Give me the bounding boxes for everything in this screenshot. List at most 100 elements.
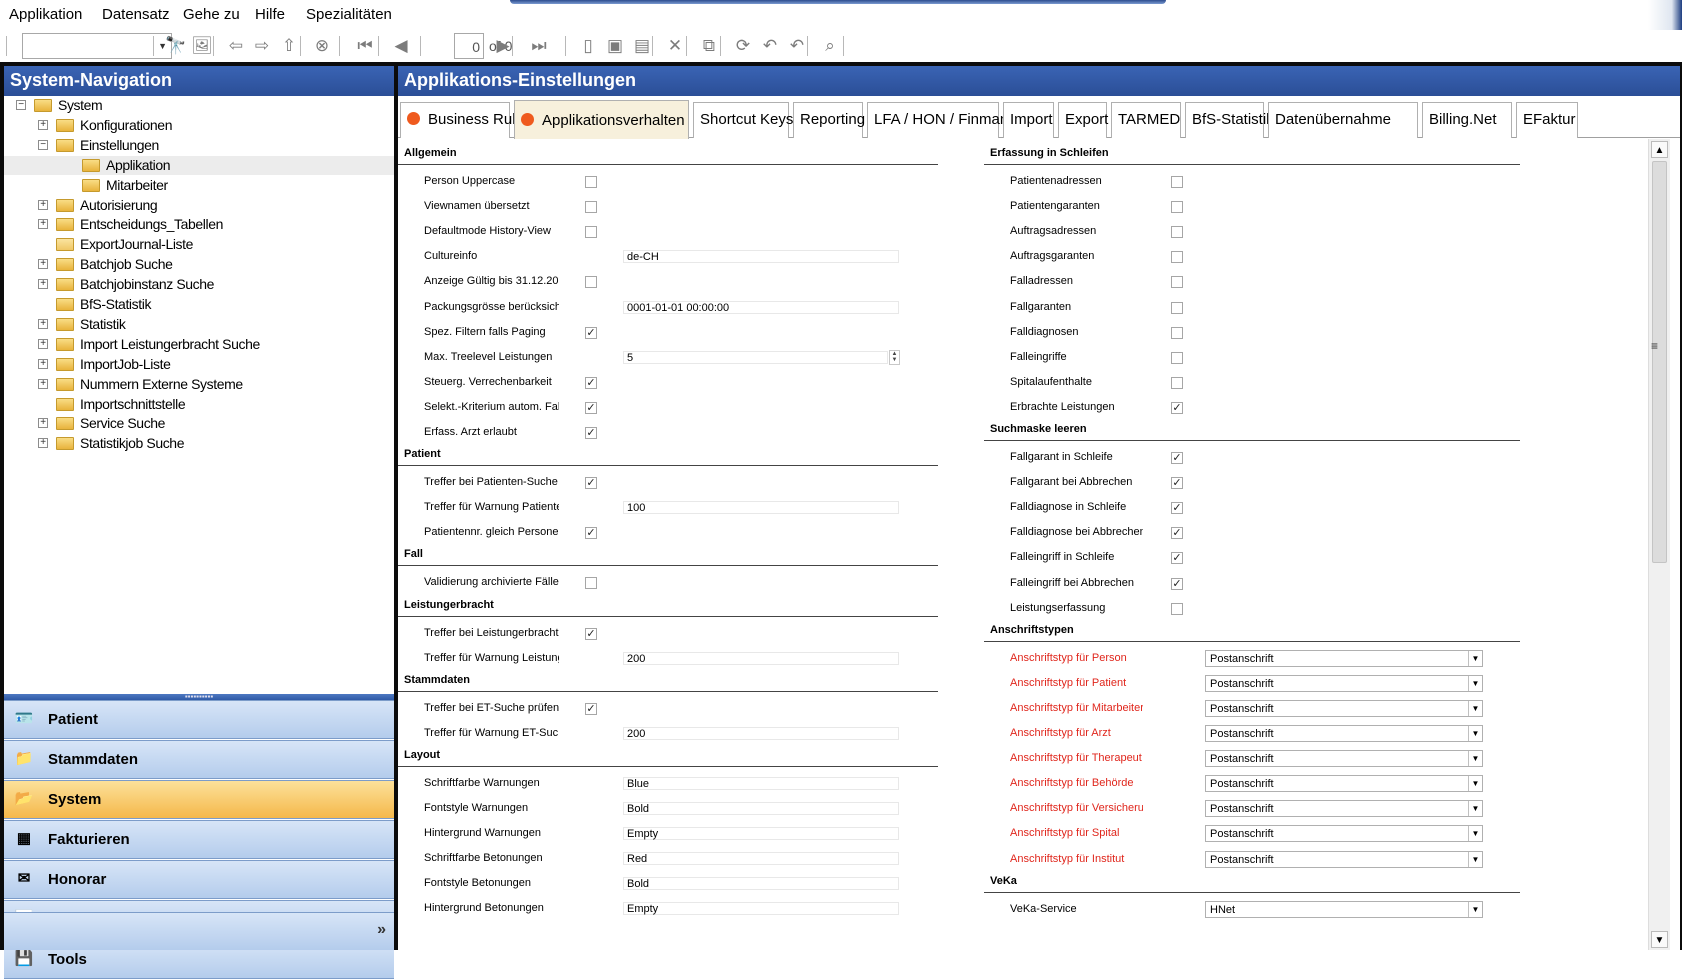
schriftfarbe-betonungen-field[interactable]: Red bbox=[623, 852, 899, 866]
refresh-icon[interactable]: ⟳ bbox=[731, 34, 755, 58]
scroll-thumb[interactable] bbox=[1652, 161, 1667, 563]
save-icon[interactable]: ▣ bbox=[603, 34, 627, 58]
copy-icon[interactable]: ⧉ bbox=[697, 34, 721, 58]
falldiagnosen-checkbox[interactable] bbox=[1171, 326, 1183, 339]
menu-hilfe[interactable]: Hilfe bbox=[255, 6, 285, 23]
toolbar-combo[interactable]: ▼ bbox=[22, 33, 172, 59]
dropdown-arrow-icon[interactable]: ▼ bbox=[1468, 826, 1482, 842]
expand-icon[interactable]: + bbox=[38, 259, 48, 270]
spez-filtern-falls-paging-checkbox[interactable]: ✓ bbox=[585, 326, 597, 339]
tree-item-mitarbeiter[interactable]: Mitarbeiter bbox=[4, 176, 394, 195]
expand-icon[interactable]: + bbox=[38, 378, 48, 389]
treffer-fuer-warnung-leistung-field[interactable]: 200 bbox=[623, 651, 899, 665]
undo-icon[interactable]: ↶ bbox=[758, 34, 782, 58]
max-treelevel-leistungen-field[interactable]: 5 bbox=[623, 350, 888, 364]
tab-datenuebernahme[interactable]: Datenübernahme bbox=[1268, 102, 1418, 138]
tab-export[interactable]: Export bbox=[1058, 102, 1108, 138]
tree-item-system[interactable]: − System bbox=[4, 96, 394, 115]
first-record-icon[interactable]: ⏮ bbox=[353, 34, 377, 58]
dropdown-arrow-icon[interactable]: ▼ bbox=[1468, 901, 1482, 917]
forward-arrow-icon[interactable]: ⇨ bbox=[250, 34, 274, 58]
nav-button-patient[interactable]: 🪪 Patient bbox=[4, 700, 394, 739]
nav-footer[interactable]: » bbox=[4, 912, 394, 950]
treffer-fuer-warnung-patiente-field[interactable]: 100 bbox=[623, 501, 899, 515]
up-arrow-icon[interactable]: ⇧ bbox=[277, 34, 301, 58]
scroll-down-icon[interactable]: ▼ bbox=[1651, 931, 1668, 948]
erfass-arzt-erlaubt-checkbox[interactable]: ✓ bbox=[585, 427, 597, 439]
expand-icon[interactable]: + bbox=[38, 279, 48, 290]
tab-import[interactable]: Import bbox=[1003, 102, 1054, 138]
last-record-icon[interactable]: ⏭ bbox=[527, 34, 551, 58]
treffer-fuer-warnung-et-suc-field[interactable]: 200 bbox=[623, 726, 899, 740]
nav-button-stammdaten[interactable]: 📁 Stammdaten bbox=[4, 740, 394, 779]
fontstyle-betonungen-field[interactable]: Bold bbox=[623, 877, 899, 891]
dropdown-arrow-icon[interactable]: ▼ bbox=[1468, 751, 1482, 767]
cancel-icon[interactable]: ⊗ bbox=[310, 34, 334, 58]
nav-button-honorar[interactable]: ✉ Honorar bbox=[4, 860, 394, 899]
tree-item-batchjob-suche[interactable]: + Batchjob Suche bbox=[4, 255, 394, 274]
dropdown-arrow-icon[interactable]: ▼ bbox=[1468, 726, 1482, 741]
tree-item-konfigurationen[interactable]: + Konfigurationen bbox=[4, 116, 394, 135]
hintergrund-warnungen-field[interactable]: Empty bbox=[623, 827, 899, 841]
previous-record-icon[interactable]: ◀ bbox=[389, 34, 413, 58]
tree-item-service-suche[interactable]: + Service Suche bbox=[4, 414, 394, 433]
expand-icon[interactable]: + bbox=[38, 418, 48, 429]
patientennr-gleich-persone-checkbox[interactable]: ✓ bbox=[585, 527, 597, 540]
nav-button-system[interactable]: 📂 System bbox=[4, 780, 394, 819]
binoculars-icon[interactable]: 🔭 bbox=[164, 34, 188, 58]
tab-reporting[interactable]: Reporting bbox=[793, 102, 865, 138]
erbrachte-leistungen-checkbox[interactable]: ✓ bbox=[1171, 401, 1183, 414]
anschriftstyp-fuer-mitarbeiter-dropdown[interactable]: Postanschrift ▼ bbox=[1205, 699, 1483, 717]
undo-all-icon[interactable]: ↶ bbox=[785, 34, 809, 58]
tab-applikationsverhalten[interactable]: Applikationsverhalten bbox=[514, 100, 689, 139]
tree-item-entscheidungs-tabellen[interactable]: + Entscheidungs_Tabellen bbox=[4, 215, 394, 234]
validierung-archivierte-faelle-checkbox[interactable] bbox=[585, 577, 597, 590]
new-document-icon[interactable]: ▯ bbox=[576, 34, 600, 58]
fallgarant-in-schleife-checkbox[interactable]: ✓ bbox=[1171, 452, 1183, 464]
anschriftstyp-fuer-versicheru-dropdown[interactable]: Postanschrift ▼ bbox=[1205, 800, 1483, 818]
falleingriff-bei-abbrechen-checkbox[interactable]: ✓ bbox=[1171, 577, 1183, 590]
menu-applikation[interactable]: Applikation bbox=[9, 6, 82, 23]
tree-item-import-leistungerbracht-suche[interactable]: + Import Leistungerbracht Suche bbox=[4, 335, 394, 354]
expand-icon[interactable]: + bbox=[38, 219, 48, 230]
falleingriff-in-schleife-checkbox[interactable]: ✓ bbox=[1171, 552, 1183, 565]
save-all-icon[interactable]: ▤ bbox=[630, 34, 654, 58]
spitalaufenthalte-checkbox[interactable] bbox=[1171, 376, 1183, 389]
fallgarant-bei-abbrechen-checkbox[interactable]: ✓ bbox=[1171, 477, 1183, 490]
anschriftstyp-fuer-behoerde-dropdown[interactable]: Postanschrift ▼ bbox=[1205, 775, 1483, 793]
treffer-bei-leistungerbracht-checkbox[interactable]: ✓ bbox=[585, 627, 597, 640]
defaultmode-history-view-checkbox[interactable] bbox=[585, 226, 597, 239]
schriftfarbe-warnungen-field[interactable]: Blue bbox=[623, 776, 899, 790]
tree-item-statistikjob-suche[interactable]: + Statistikjob Suche bbox=[4, 434, 394, 453]
anschriftstyp-fuer-spital-dropdown[interactable]: Postanschrift ▼ bbox=[1205, 825, 1483, 843]
patientenadressen-checkbox[interactable] bbox=[1171, 176, 1183, 188]
collapse-icon[interactable]: − bbox=[38, 139, 48, 150]
dropdown-arrow-icon[interactable]: ▼ bbox=[1468, 851, 1482, 867]
nav-button-fakturieren[interactable]: ▦ Fakturieren bbox=[4, 820, 394, 859]
anschriftstyp-fuer-person-dropdown[interactable]: Postanschrift ▼ bbox=[1205, 649, 1483, 667]
treffer-bei-patienten-suche-checkbox[interactable]: ✓ bbox=[585, 477, 597, 490]
image-search-icon[interactable]: 🖼 bbox=[190, 34, 214, 58]
dropdown-arrow-icon[interactable]: ▼ bbox=[1468, 650, 1482, 666]
spinner-icon[interactable]: ▲ ▼ bbox=[889, 349, 900, 365]
tab-tarmed[interactable]: TARMED bbox=[1111, 102, 1181, 138]
menu-gehe-zu[interactable]: Gehe zu bbox=[183, 6, 240, 23]
tab-efaktur[interactable]: EFaktur bbox=[1516, 102, 1578, 138]
vertical-scrollbar[interactable]: ▲ ≡ ▼ bbox=[1648, 139, 1670, 950]
tab-business-rules[interactable]: Business Rules bbox=[400, 102, 531, 138]
tree-item-statistik[interactable]: + Statistik bbox=[4, 315, 394, 334]
tab-lfa-hon-finman[interactable]: LFA / HON / Finman bbox=[867, 102, 1008, 138]
expand-icon[interactable]: + bbox=[38, 199, 48, 210]
selekt-kriterium-autom-fal-checkbox[interactable]: ✓ bbox=[585, 401, 597, 414]
dropdown-arrow-icon[interactable]: ▼ bbox=[1468, 700, 1482, 716]
veka-service-dropdown[interactable]: HNet ▼ bbox=[1205, 900, 1483, 918]
cultureinfo-field[interactable]: de-CH bbox=[623, 250, 899, 264]
scroll-up-icon[interactable]: ▲ bbox=[1651, 141, 1668, 158]
expand-chevron-icon[interactable]: » bbox=[377, 921, 386, 939]
dropdown-arrow-icon[interactable]: ▼ bbox=[1468, 776, 1482, 792]
anschriftstyp-fuer-therapeut-dropdown[interactable]: Postanschrift ▼ bbox=[1205, 750, 1483, 768]
fontstyle-warnungen-field[interactable]: Bold bbox=[623, 802, 899, 815]
tab-bfs-statistik[interactable]: BfS-Statistik bbox=[1185, 102, 1274, 138]
menu-spezialitaeten[interactable]: Spezialitäten bbox=[306, 6, 392, 23]
patientengaranten-checkbox[interactable] bbox=[1171, 201, 1183, 214]
